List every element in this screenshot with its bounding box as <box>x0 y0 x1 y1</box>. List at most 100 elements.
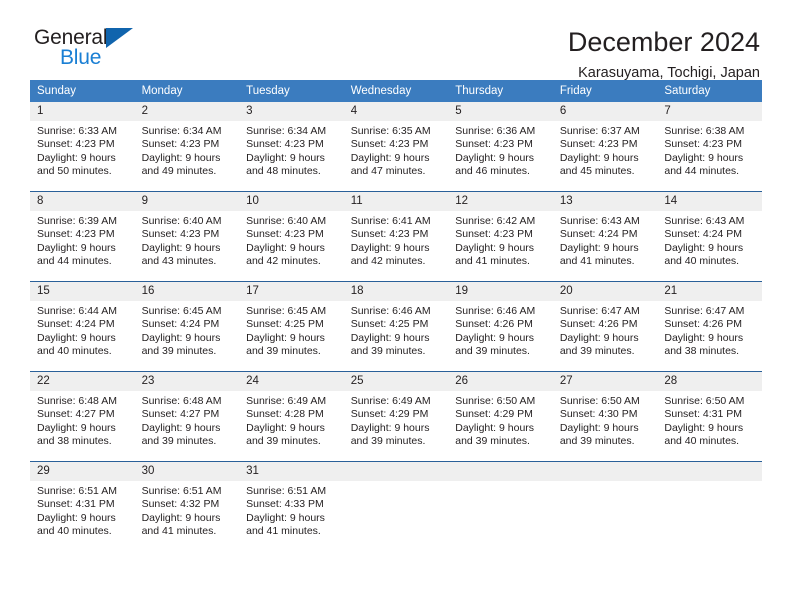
sunrise-text: Sunrise: 6:37 AM <box>559 125 640 137</box>
daylight-text-line1: Daylight: 9 hours <box>559 151 639 164</box>
daylight-text-line2: and 39 minutes. <box>350 435 426 448</box>
sunrise-text: Sunrise: 6:50 AM <box>664 395 745 407</box>
day-cell[interactable]: 7 Sunrise: 6:38 AM Sunset: 4:23 PM Dayli… <box>657 102 762 192</box>
daylight-text-line1: Daylight: 9 hours <box>141 421 221 434</box>
day-cell[interactable]: 28 Sunrise: 6:50 AM Sunset: 4:31 PM Dayl… <box>657 371 762 462</box>
day-cell[interactable]: 18 Sunrise: 6:46 AM Sunset: 4:25 PM Dayl… <box>343 281 449 372</box>
day-cell[interactable]: 21 Sunrise: 6:47 AM Sunset: 4:26 PM Dayl… <box>657 281 762 372</box>
sunrise-text: Sunrise: 6:41 AM <box>350 215 431 227</box>
sunset-text: Sunset: 4:33 PM <box>246 498 324 511</box>
daylight-text-line2: and 39 minutes. <box>559 435 635 448</box>
brand-logo[interactable]: General Blue <box>34 26 146 72</box>
day-cell[interactable]: 19 Sunrise: 6:46 AM Sunset: 4:26 PM Dayl… <box>448 281 553 372</box>
day-cell[interactable]: 1 Sunrise: 6:33 AM Sunset: 4:23 PM Dayli… <box>30 102 135 192</box>
daylight-text-line2: and 39 minutes. <box>455 345 530 358</box>
day-cell[interactable]: 30 Sunrise: 6:51 AM Sunset: 4:32 PM Dayl… <box>134 461 240 551</box>
sunset-text: Sunset: 4:23 PM <box>141 228 220 241</box>
sunset-text: Sunset: 4:32 PM <box>141 498 220 511</box>
day-number: 14 <box>657 192 762 211</box>
daylight-text-line2: and 39 minutes. <box>559 345 635 358</box>
day-cell[interactable]: 11 Sunrise: 6:41 AM Sunset: 4:23 PM Dayl… <box>343 191 449 282</box>
day-cell[interactable]: 17 Sunrise: 6:45 AM Sunset: 4:25 PM Dayl… <box>239 281 344 372</box>
sunrise-text: Sunrise: 6:47 AM <box>664 305 745 317</box>
daylight-text-line1: Daylight: 9 hours <box>141 241 221 254</box>
day-cell[interactable]: 13 Sunrise: 6:43 AM Sunset: 4:24 PM Dayl… <box>552 191 658 282</box>
daylight-text-line2: and 45 minutes. <box>559 165 635 178</box>
weekday-header-monday: Monday <box>134 80 240 102</box>
day-number: 24 <box>239 372 344 391</box>
day-cell[interactable]: 27 Sunrise: 6:50 AM Sunset: 4:30 PM Dayl… <box>552 371 658 462</box>
weekday-header-wednesday: Wednesday <box>343 80 449 102</box>
sunrise-text: Sunrise: 6:46 AM <box>350 305 431 317</box>
day-details: Sunrise: 6:43 AM Sunset: 4:24 PM Dayligh… <box>657 211 762 269</box>
day-number: 20 <box>552 282 658 301</box>
day-number: 23 <box>134 372 240 391</box>
day-details: Sunrise: 6:45 AM Sunset: 4:24 PM Dayligh… <box>135 301 240 359</box>
day-cell[interactable]: 10 Sunrise: 6:40 AM Sunset: 4:23 PM Dayl… <box>239 191 344 282</box>
daylight-text-line1: Daylight: 9 hours <box>37 331 116 344</box>
sunrise-text: Sunrise: 6:51 AM <box>246 485 327 497</box>
day-cell[interactable]: 23 Sunrise: 6:48 AM Sunset: 4:27 PM Dayl… <box>134 371 240 462</box>
day-cell[interactable]: 3 Sunrise: 6:34 AM Sunset: 4:23 PM Dayli… <box>239 102 344 192</box>
day-cell[interactable]: 31 Sunrise: 6:51 AM Sunset: 4:33 PM Dayl… <box>239 461 344 551</box>
day-number: 1 <box>30 102 135 121</box>
sunset-text: Sunset: 4:26 PM <box>455 318 533 331</box>
day-number: 30 <box>134 462 240 481</box>
day-cell[interactable]: 29 Sunrise: 6:51 AM Sunset: 4:31 PM Dayl… <box>30 461 135 551</box>
day-details: Sunrise: 6:47 AM Sunset: 4:26 PM Dayligh… <box>553 301 658 359</box>
sunrise-text: Sunrise: 6:49 AM <box>350 395 431 407</box>
day-details: Sunrise: 6:43 AM Sunset: 4:24 PM Dayligh… <box>553 211 658 269</box>
day-cell[interactable]: 14 Sunrise: 6:43 AM Sunset: 4:24 PM Dayl… <box>657 191 762 282</box>
day-cell[interactable]: 20 Sunrise: 6:47 AM Sunset: 4:26 PM Dayl… <box>552 281 658 372</box>
day-cell[interactable]: 25 Sunrise: 6:49 AM Sunset: 4:29 PM Dayl… <box>343 371 449 462</box>
daylight-text-line2: and 50 minutes. <box>37 165 112 178</box>
sunset-text: Sunset: 4:24 PM <box>37 318 115 331</box>
sunrise-text: Sunrise: 6:33 AM <box>37 125 117 137</box>
daylight-text-line1: Daylight: 9 hours <box>246 421 325 434</box>
sunset-text: Sunset: 4:23 PM <box>350 138 429 151</box>
sunset-text: Sunset: 4:29 PM <box>350 408 429 421</box>
daylight-text-line2: and 41 minutes. <box>141 525 217 538</box>
page-subtitle: Karasuyama, Tochigi, Japan <box>578 65 760 81</box>
daylight-text-line2: and 43 minutes. <box>141 255 217 268</box>
day-cell[interactable]: 8 Sunrise: 6:39 AM Sunset: 4:23 PM Dayli… <box>30 191 135 282</box>
day-cell[interactable]: 12 Sunrise: 6:42 AM Sunset: 4:23 PM Dayl… <box>448 191 553 282</box>
sunrise-text: Sunrise: 6:44 AM <box>37 305 117 317</box>
day-cell[interactable]: 9 Sunrise: 6:40 AM Sunset: 4:23 PM Dayli… <box>134 191 240 282</box>
sunset-text: Sunset: 4:28 PM <box>246 408 324 421</box>
day-cell-empty <box>448 461 553 551</box>
day-cell[interactable]: 15 Sunrise: 6:44 AM Sunset: 4:24 PM Dayl… <box>30 281 135 372</box>
daylight-text-line1: Daylight: 9 hours <box>37 421 116 434</box>
day-number: 28 <box>657 372 762 391</box>
sunset-text: Sunset: 4:27 PM <box>37 408 115 421</box>
day-cell[interactable]: 22 Sunrise: 6:48 AM Sunset: 4:27 PM Dayl… <box>30 371 135 462</box>
daylight-text-line2: and 40 minutes. <box>37 345 112 358</box>
day-number: 5 <box>448 102 553 121</box>
day-cell[interactable]: 5 Sunrise: 6:36 AM Sunset: 4:23 PM Dayli… <box>448 102 553 192</box>
day-details <box>553 481 658 485</box>
day-number: 13 <box>552 192 658 211</box>
daylight-text-line1: Daylight: 9 hours <box>559 331 639 344</box>
day-cell[interactable]: 24 Sunrise: 6:49 AM Sunset: 4:28 PM Dayl… <box>239 371 344 462</box>
daylight-text-line1: Daylight: 9 hours <box>455 421 535 434</box>
sunrise-text: Sunrise: 6:40 AM <box>246 215 327 227</box>
day-number: 27 <box>552 372 658 391</box>
day-details: Sunrise: 6:34 AM Sunset: 4:23 PM Dayligh… <box>135 121 240 179</box>
day-details: Sunrise: 6:46 AM Sunset: 4:25 PM Dayligh… <box>344 301 449 359</box>
day-cell[interactable]: 6 Sunrise: 6:37 AM Sunset: 4:23 PM Dayli… <box>552 102 658 192</box>
sunrise-text: Sunrise: 6:43 AM <box>664 215 745 227</box>
daylight-text-line1: Daylight: 9 hours <box>559 241 639 254</box>
day-details: Sunrise: 6:49 AM Sunset: 4:29 PM Dayligh… <box>344 391 449 449</box>
day-cell[interactable]: 4 Sunrise: 6:35 AM Sunset: 4:23 PM Dayli… <box>343 102 449 192</box>
sunset-text: Sunset: 4:27 PM <box>141 408 220 421</box>
day-cell[interactable]: 2 Sunrise: 6:34 AM Sunset: 4:23 PM Dayli… <box>134 102 240 192</box>
day-cell[interactable]: 26 Sunrise: 6:50 AM Sunset: 4:29 PM Dayl… <box>448 371 553 462</box>
sunrise-text: Sunrise: 6:48 AM <box>141 395 222 407</box>
daylight-text-line2: and 38 minutes. <box>37 435 112 448</box>
day-cell[interactable]: 16 Sunrise: 6:45 AM Sunset: 4:24 PM Dayl… <box>134 281 240 372</box>
daylight-text-line2: and 39 minutes. <box>350 345 426 358</box>
sunset-text: Sunset: 4:31 PM <box>664 408 743 421</box>
daylight-text-line2: and 47 minutes. <box>350 165 426 178</box>
daylight-text-line1: Daylight: 9 hours <box>350 241 430 254</box>
day-cell-empty <box>343 461 449 551</box>
